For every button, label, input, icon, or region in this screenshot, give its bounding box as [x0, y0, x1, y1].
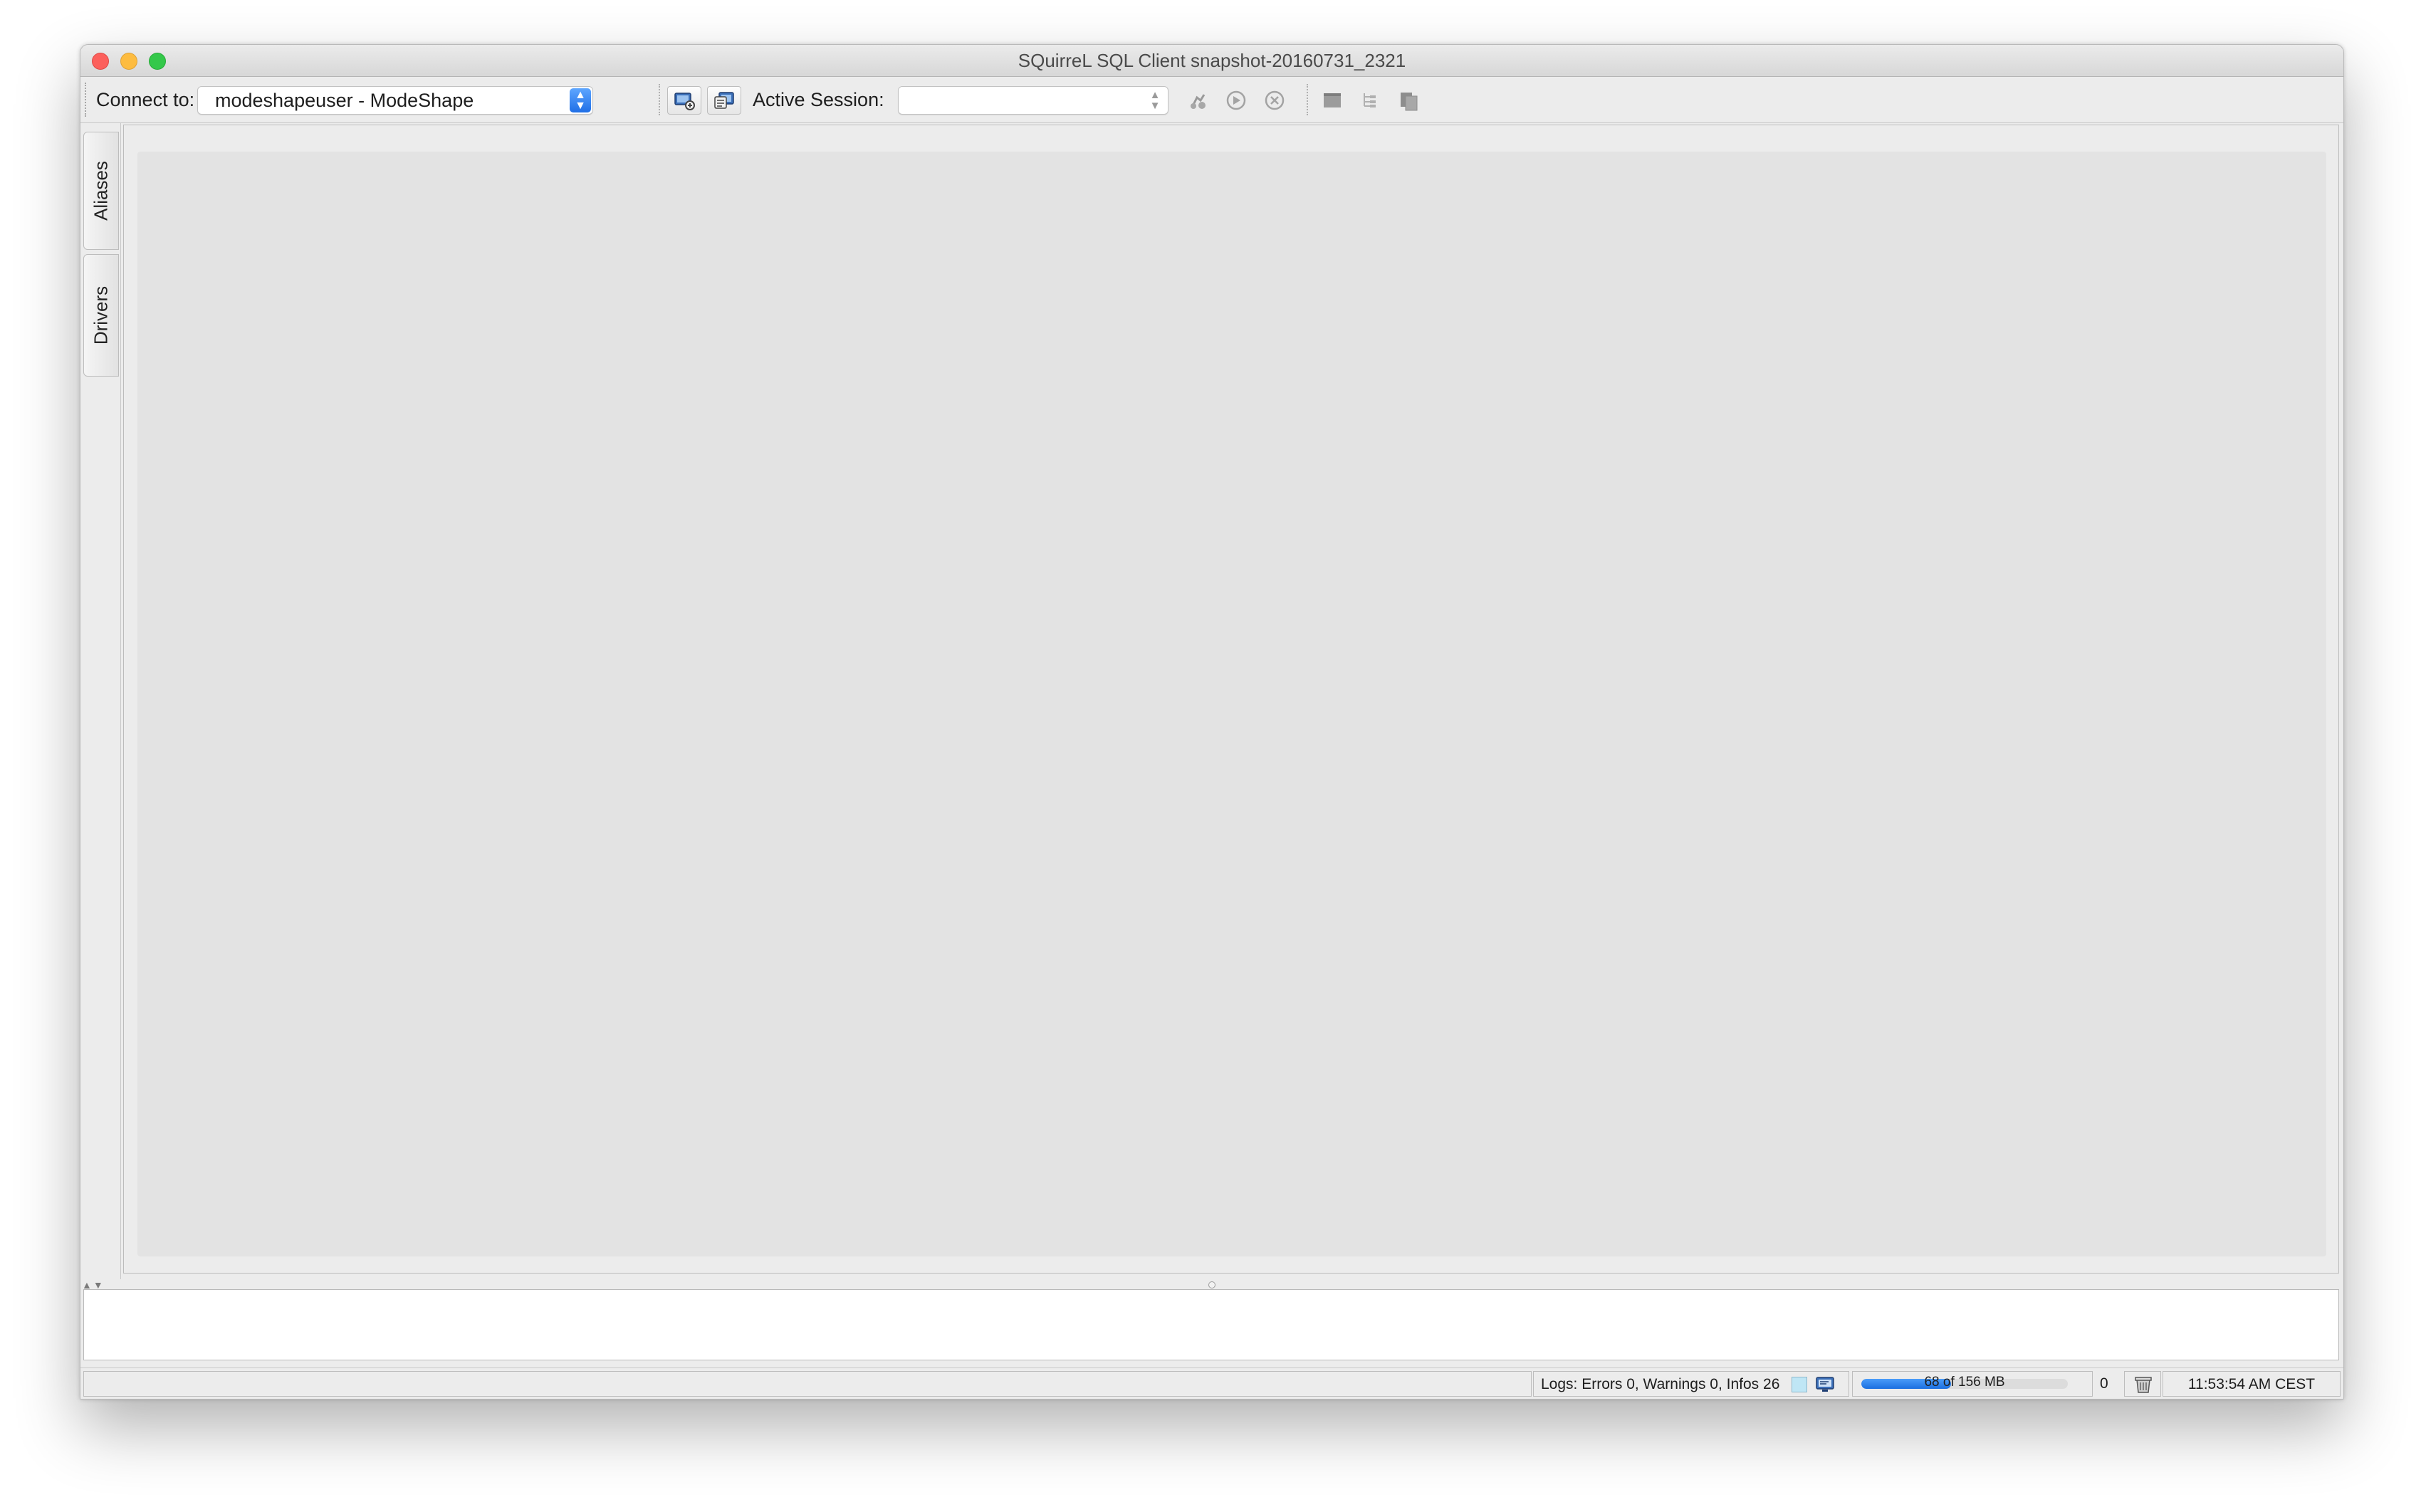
counter-cell: 0: [2094, 1371, 2123, 1397]
updown-chevron-icon: ▲ ▼: [1149, 89, 1161, 112]
log-level-icon[interactable]: [1792, 1377, 1807, 1392]
run-icon: [1226, 90, 1246, 110]
clock-cell: 11:53:54 AM CEST: [2163, 1371, 2341, 1397]
window-icon: [1324, 93, 1341, 107]
tab-aliases[interactable]: Aliases: [83, 132, 119, 250]
session-properties-icon: [1191, 94, 1206, 109]
memory-usage-label: 68 of 156 MB: [1924, 1375, 2005, 1390]
copy-button[interactable]: [1392, 86, 1425, 115]
connect-alias-button[interactable]: [707, 86, 741, 115]
toolbar-grip[interactable]: [85, 83, 89, 117]
new-session-icon: [674, 93, 695, 110]
tree-icon: [1364, 93, 1376, 107]
new-window-button[interactable]: [1315, 86, 1348, 115]
title-bar: SQuirreL SQL Client snapshot-20160731_23…: [80, 45, 2343, 77]
main-toolbar: Connect to: modeshapeuser - ModeShape ▲ ▼…: [80, 77, 2343, 123]
garbage-collect-button[interactable]: [2124, 1371, 2161, 1397]
connect-to-value: modeshapeuser - ModeShape: [215, 90, 474, 111]
new-session-button[interactable]: [667, 86, 701, 115]
message-panel[interactable]: [83, 1289, 2339, 1360]
clock-time: 11:53:54 AM CEST: [2187, 1376, 2316, 1392]
side-tab-strip: Aliases Drivers: [80, 123, 121, 1279]
splitter-handle[interactable]: [1208, 1281, 1215, 1288]
updown-chevron-icon: ▲ ▼: [570, 88, 591, 112]
tab-drivers-label: Drivers: [90, 285, 112, 345]
tab-drivers[interactable]: Drivers: [83, 254, 119, 377]
stop-icon: [1265, 90, 1285, 110]
tab-aliases-label: Aliases: [90, 161, 112, 221]
memory-cell: 68 of 156 MB: [1852, 1371, 2093, 1397]
desktop-pane[interactable]: [137, 152, 2326, 1256]
garbage-collect-icon: [2135, 1377, 2152, 1393]
connect-to-label: Connect to:: [96, 89, 195, 110]
session-properties-button[interactable]: [1181, 86, 1214, 115]
toolbar-separator: [1307, 84, 1308, 115]
connect-alias-icon: [714, 92, 734, 109]
window-title: SQuirreL SQL Client snapshot-20160731_23…: [1018, 50, 1406, 71]
application-window: SQuirreL SQL Client snapshot-20160731_23…: [80, 44, 2344, 1400]
counter-value: 0: [2100, 1375, 2108, 1392]
active-session-label: Active Session:: [753, 89, 884, 110]
logs-cell: Logs: Errors 0, Warnings 0, Infos 26: [1533, 1371, 1849, 1397]
status-message-cell: [83, 1371, 1532, 1397]
active-session-dropdown[interactable]: ▲ ▼: [898, 86, 1168, 115]
run-button[interactable]: [1220, 86, 1253, 115]
log-viewer-icon[interactable]: [1814, 1375, 1836, 1394]
logs-summary: Logs: Errors 0, Warnings 0, Infos 26: [1541, 1376, 1780, 1392]
object-tree-button[interactable]: [1354, 86, 1386, 115]
stop-button[interactable]: [1258, 86, 1291, 115]
toolbar-separator: [659, 84, 660, 115]
connect-to-dropdown[interactable]: modeshapeuser - ModeShape ▲ ▼: [197, 86, 593, 115]
status-bar: Logs: Errors 0, Warnings 0, Infos 26 68 …: [80, 1367, 2343, 1399]
copy-icon: [1401, 93, 1418, 111]
